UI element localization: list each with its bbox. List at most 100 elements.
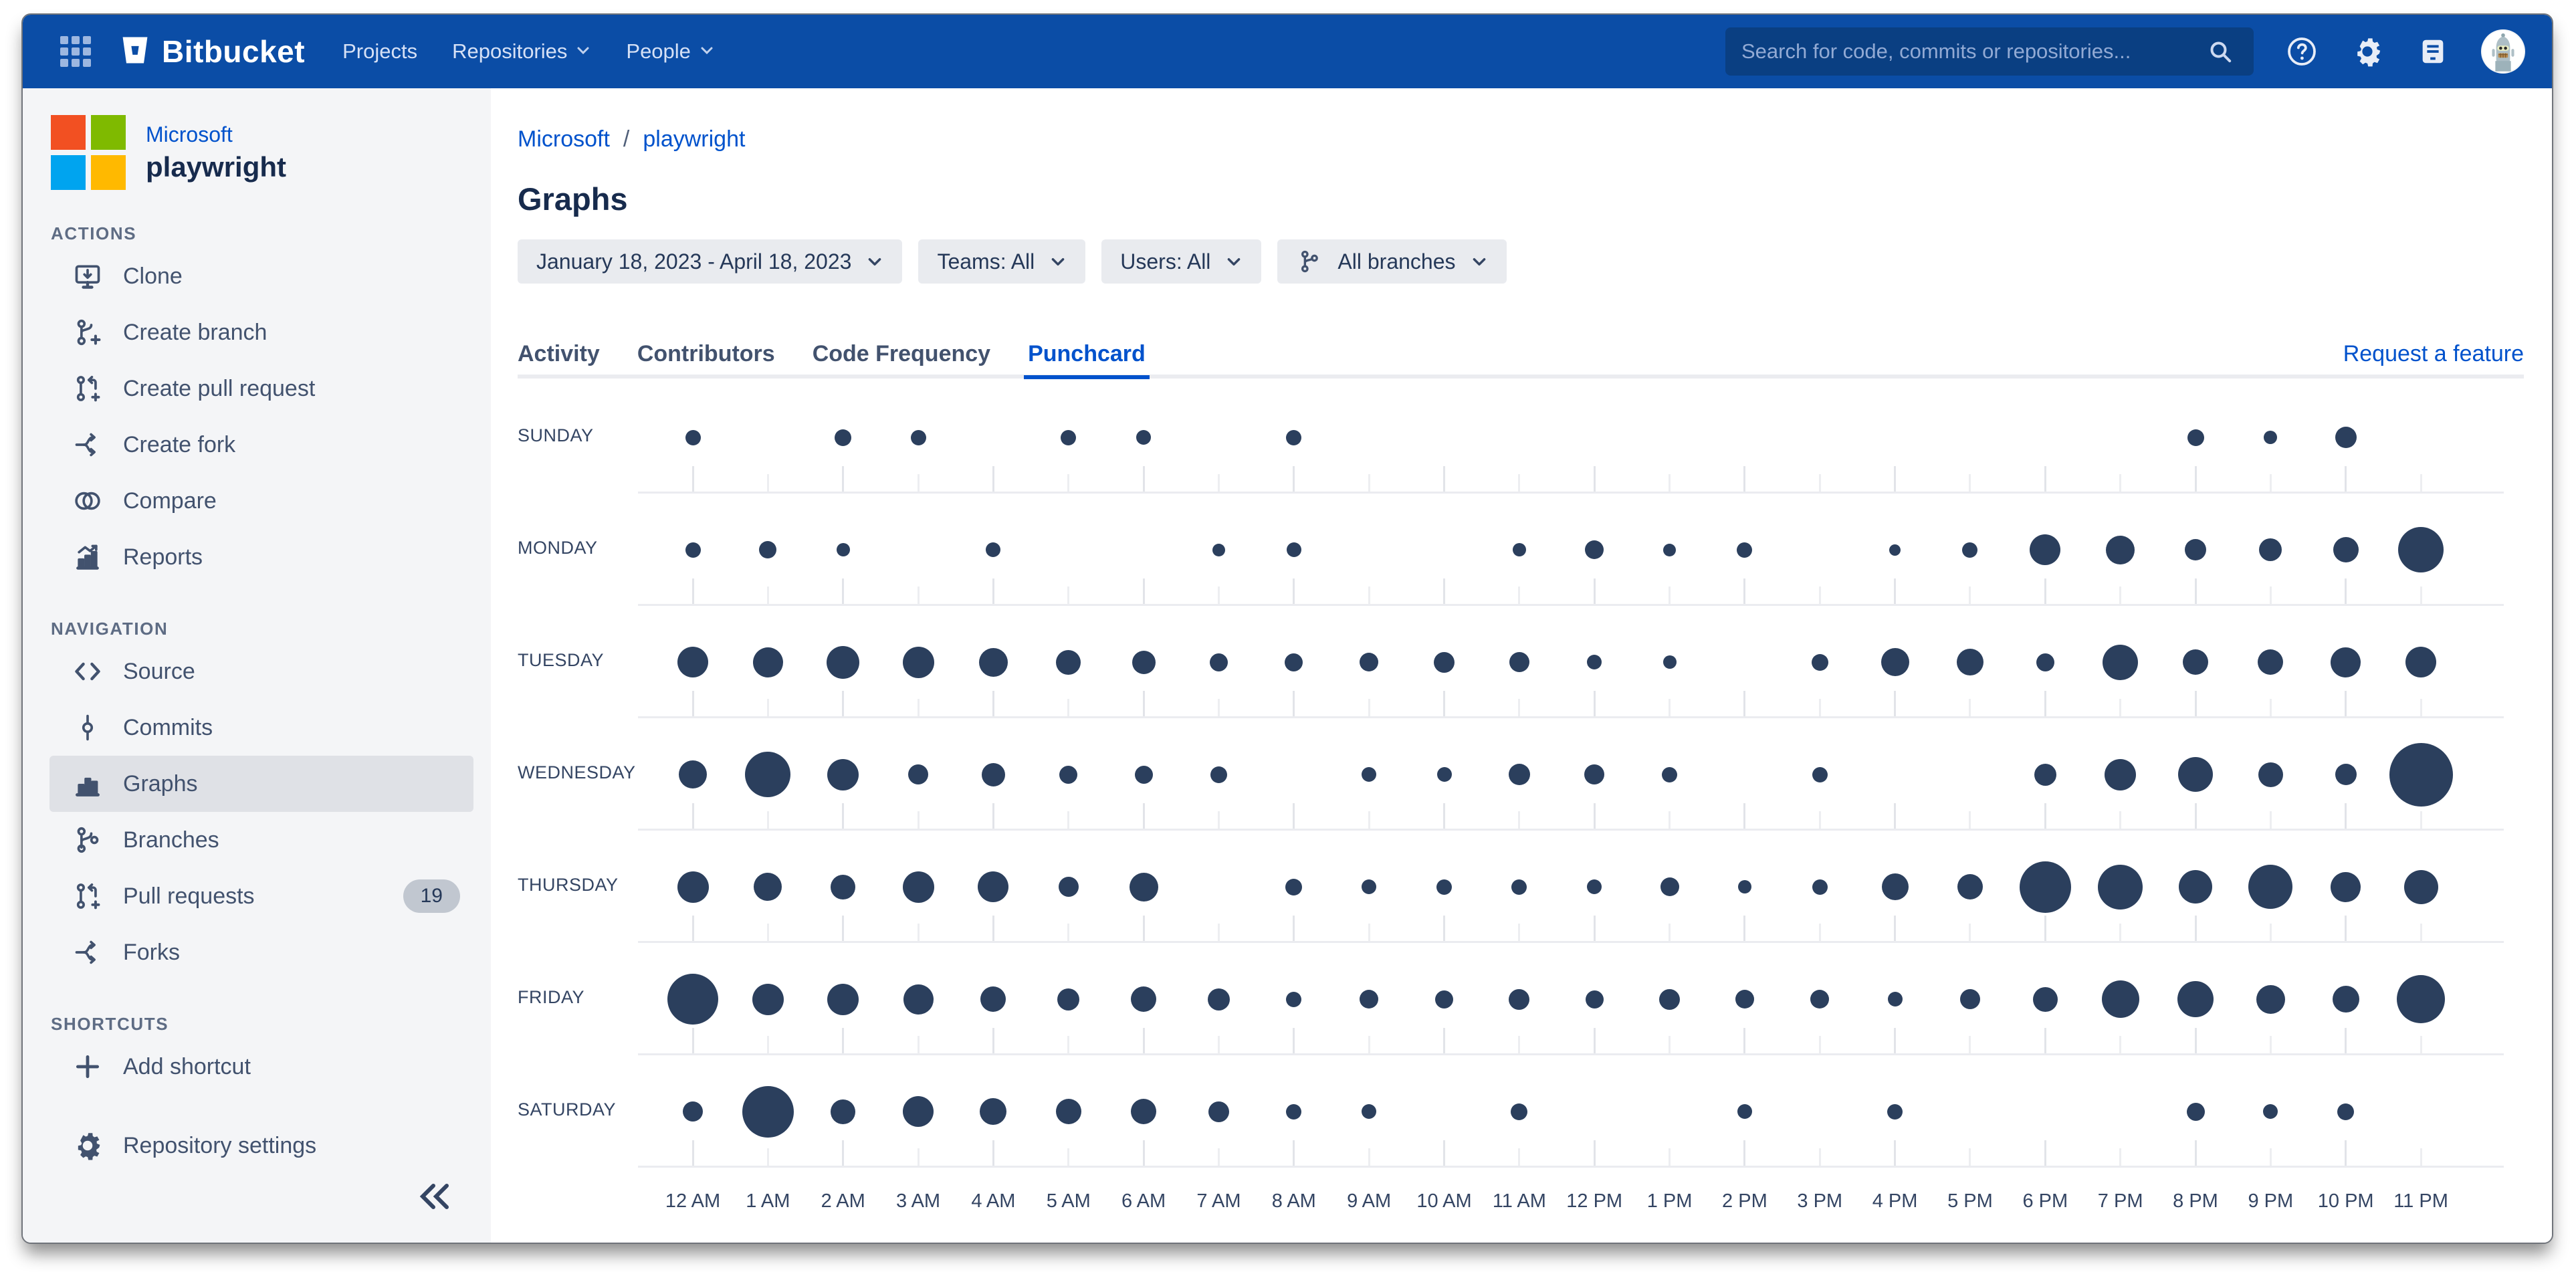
punchcard-dot-wednesday-h12[interactable] bbox=[1584, 764, 1604, 784]
breadcrumb-repo-link[interactable]: playwright bbox=[643, 127, 745, 151]
punchcard-dot-monday-h17[interactable] bbox=[1962, 542, 1977, 558]
sidebar-item-repository-settings[interactable]: Repository settings bbox=[49, 1118, 473, 1174]
punchcard-dot-monday-h1[interactable] bbox=[759, 541, 776, 558]
tab-activity[interactable]: Activity bbox=[518, 341, 600, 379]
punchcard-dot-saturday-h22[interactable] bbox=[2337, 1103, 2354, 1120]
punchcard-dot-wednesday-h5[interactable] bbox=[1059, 766, 1077, 784]
search-input[interactable] bbox=[1741, 39, 2192, 64]
sidebar-item-forks[interactable]: Forks bbox=[49, 924, 473, 980]
sidebar-item-pull-requests[interactable]: Pull requests19 bbox=[49, 868, 473, 924]
punchcard-dot-saturday-h6[interactable] bbox=[1131, 1099, 1156, 1124]
punchcard-dot-sunday-h21[interactable] bbox=[2264, 431, 2277, 444]
punchcard-dot-tuesday-h13[interactable] bbox=[1663, 655, 1677, 669]
punchcard-dot-thursday-h21[interactable] bbox=[2248, 865, 2292, 909]
punchcard-dot-friday-h5[interactable] bbox=[1057, 988, 1079, 1011]
punchcard-dot-monday-h16[interactable] bbox=[1889, 544, 1901, 556]
punchcard-dot-wednesday-h1[interactable] bbox=[745, 752, 790, 797]
punchcard-dot-friday-h0[interactable] bbox=[667, 974, 718, 1025]
punchcard-dot-wednesday-h19[interactable] bbox=[2105, 759, 2136, 790]
punchcard-dot-saturday-h11[interactable] bbox=[1511, 1103, 1527, 1120]
punchcard-dot-wednesday-h22[interactable] bbox=[2335, 764, 2357, 785]
punchcard-dot-tuesday-h4[interactable] bbox=[979, 648, 1008, 677]
punchcard-dot-friday-h20[interactable] bbox=[2177, 981, 2214, 1017]
project-link[interactable]: Microsoft bbox=[146, 122, 286, 147]
punchcard-dot-tuesday-h10[interactable] bbox=[1434, 652, 1455, 673]
punchcard-dot-wednesday-h0[interactable] bbox=[679, 760, 707, 788]
punchcard-dot-thursday-h2[interactable] bbox=[831, 875, 855, 899]
punchcard-dot-sunday-h2[interactable] bbox=[835, 429, 851, 446]
punchcard-dot-thursday-h15[interactable] bbox=[1812, 879, 1828, 895]
punchcard-dot-friday-h7[interactable] bbox=[1208, 988, 1230, 1011]
punchcard-dot-saturday-h9[interactable] bbox=[1362, 1104, 1376, 1119]
punchcard-dot-sunday-h5[interactable] bbox=[1061, 430, 1076, 445]
sidebar-item-graphs[interactable]: Graphs bbox=[49, 756, 473, 812]
punchcard-dot-wednesday-h10[interactable] bbox=[1437, 767, 1452, 782]
punchcard-dot-monday-h13[interactable] bbox=[1663, 544, 1676, 556]
punchcard-dot-tuesday-h12[interactable] bbox=[1587, 655, 1602, 669]
bitbucket-logo[interactable]: Bitbucket bbox=[118, 33, 305, 71]
punchcard-dot-wednesday-h15[interactable] bbox=[1812, 767, 1828, 782]
punchcard-dot-monday-h4[interactable] bbox=[986, 542, 1000, 557]
punchcard-dot-wednesday-h11[interactable] bbox=[1509, 764, 1530, 785]
punchcard-dot-thursday-h22[interactable] bbox=[2331, 872, 2361, 902]
sidebar-item-branches[interactable]: Branches bbox=[49, 812, 473, 868]
punchcard-dot-sunday-h3[interactable] bbox=[911, 430, 926, 445]
filter-teams-dropdown[interactable]: Teams: All bbox=[918, 239, 1085, 284]
tab-contributors[interactable]: Contributors bbox=[637, 341, 775, 379]
punchcard-dot-friday-h1[interactable] bbox=[752, 984, 784, 1015]
search-icon[interactable] bbox=[2203, 34, 2238, 69]
punchcard-dot-wednesday-h3[interactable] bbox=[908, 764, 928, 784]
punchcard-dot-thursday-h1[interactable] bbox=[754, 873, 782, 901]
navbar-item-repositories[interactable]: Repositories bbox=[452, 39, 591, 64]
punchcard-dot-thursday-h16[interactable] bbox=[1882, 873, 1909, 900]
collapse-sidebar-icon[interactable] bbox=[416, 1182, 453, 1214]
punchcard-dot-monday-h12[interactable] bbox=[1585, 540, 1604, 559]
filter-users-dropdown[interactable]: Users: All bbox=[1101, 239, 1261, 284]
punchcard-dot-thursday-h20[interactable] bbox=[2179, 870, 2212, 904]
punchcard-dot-wednesday-h6[interactable] bbox=[1135, 766, 1153, 784]
punchcard-dot-friday-h9[interactable] bbox=[1360, 990, 1378, 1009]
breadcrumb-project-link[interactable]: Microsoft bbox=[518, 127, 610, 151]
global-search[interactable] bbox=[1725, 27, 2254, 76]
punchcard-dot-thursday-h19[interactable] bbox=[2098, 865, 2143, 910]
sidebar-item-source[interactable]: Source bbox=[49, 643, 473, 700]
app-switcher-icon[interactable] bbox=[60, 36, 91, 67]
punchcard-dot-tuesday-h18[interactable] bbox=[2036, 653, 2054, 671]
punchcard-dot-friday-h22[interactable] bbox=[2333, 986, 2359, 1013]
punchcard-dot-saturday-h5[interactable] bbox=[1056, 1099, 1081, 1124]
punchcard-dot-thursday-h12[interactable] bbox=[1587, 879, 1602, 894]
punchcard-dot-saturday-h3[interactable] bbox=[903, 1096, 934, 1127]
punchcard-dot-wednesday-h13[interactable] bbox=[1662, 767, 1677, 782]
punchcard-dot-friday-h2[interactable] bbox=[827, 984, 859, 1015]
punchcard-dot-tuesday-h9[interactable] bbox=[1360, 653, 1378, 671]
help-icon[interactable] bbox=[2284, 34, 2319, 69]
punchcard-dot-saturday-h14[interactable] bbox=[1737, 1104, 1752, 1119]
punchcard-dot-monday-h8[interactable] bbox=[1287, 542, 1301, 557]
punchcard-dot-tuesday-h1[interactable] bbox=[753, 647, 783, 677]
punchcard-dot-monday-h2[interactable] bbox=[837, 543, 850, 556]
punchcard-dot-saturday-h21[interactable] bbox=[2263, 1104, 2278, 1119]
user-avatar[interactable] bbox=[2481, 29, 2525, 74]
punchcard-dot-sunday-h6[interactable] bbox=[1136, 430, 1151, 445]
punchcard-dot-monday-h7[interactable] bbox=[1212, 544, 1225, 556]
feedback-icon[interactable] bbox=[2416, 34, 2450, 69]
punchcard-dot-friday-h17[interactable] bbox=[1960, 989, 1980, 1009]
navbar-item-people[interactable]: People bbox=[626, 39, 715, 64]
sidebar-item-commits[interactable]: Commits bbox=[49, 700, 473, 756]
punchcard-dot-tuesday-h5[interactable] bbox=[1056, 650, 1081, 675]
punchcard-dot-saturday-h4[interactable] bbox=[980, 1098, 1006, 1125]
punchcard-dot-friday-h11[interactable] bbox=[1509, 989, 1529, 1010]
punchcard-dot-thursday-h5[interactable] bbox=[1059, 877, 1079, 897]
sidebar-item-compare[interactable]: Compare bbox=[49, 473, 473, 529]
punchcard-dot-tuesday-h11[interactable] bbox=[1509, 652, 1529, 672]
sidebar-item-create-branch[interactable]: Create branch bbox=[49, 304, 473, 360]
punchcard-dot-tuesday-h3[interactable] bbox=[903, 647, 934, 678]
punchcard-dot-saturday-h8[interactable] bbox=[1286, 1104, 1301, 1120]
punchcard-dot-monday-h19[interactable] bbox=[2106, 536, 2135, 564]
punchcard-dot-saturday-h20[interactable] bbox=[2187, 1103, 2205, 1121]
punchcard-dot-monday-h21[interactable] bbox=[2259, 538, 2282, 561]
punchcard-dot-thursday-h13[interactable] bbox=[1660, 877, 1679, 896]
punchcard-dot-thursday-h14[interactable] bbox=[1738, 880, 1751, 893]
punchcard-dot-thursday-h8[interactable] bbox=[1285, 879, 1302, 895]
punchcard-dot-thursday-h23[interactable] bbox=[2404, 870, 2438, 904]
